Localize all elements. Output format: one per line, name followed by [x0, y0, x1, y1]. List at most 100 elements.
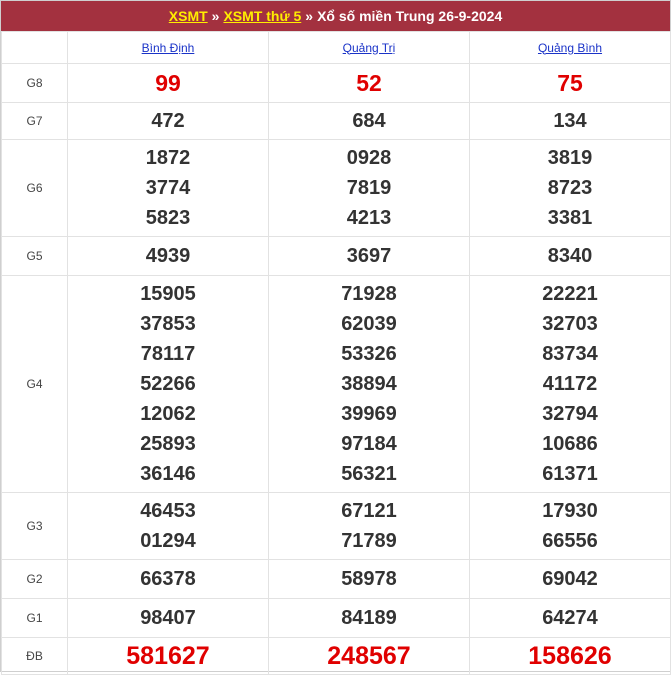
prize-cell: 0928 7819 4213	[268, 139, 470, 237]
prize-number: 71928	[341, 283, 397, 305]
prize-number: 10686	[542, 433, 598, 455]
prize-label: G3	[1, 492, 68, 560]
prize-number: 15905	[140, 283, 196, 305]
prize-number: 1872	[145, 147, 191, 169]
prize-number: 8723	[547, 177, 593, 199]
prize-number: 71789	[341, 530, 397, 552]
prize-cell: 134	[469, 102, 671, 140]
prize-number: 7819	[346, 177, 392, 199]
prize-row-g4: G4 15905 37853 78117 52266 12062 25893 36146 719…	[1, 275, 671, 493]
prize-number: 32794	[542, 403, 598, 425]
prize-cell: 84189	[268, 598, 470, 638]
province-header-row: Bình Định Quảng Trị Quảng Bình	[1, 31, 671, 64]
prize-cell: 46453 01294	[67, 492, 269, 560]
prize-number: 46453	[140, 500, 196, 522]
prize-number: 0928	[346, 147, 392, 169]
title-bar: XSMT » XSMT thứ 5 » Xổ số miền Trung 26-…	[1, 1, 670, 31]
prize-number: 4939	[145, 245, 191, 267]
prize-number: 37853	[140, 313, 196, 335]
prize-number: 32703	[542, 313, 598, 335]
prize-number: 5823	[145, 207, 191, 229]
prize-cell: 684	[268, 102, 470, 140]
prize-cell: 22221 32703 83734 41172 32794 10686 61371	[469, 275, 671, 493]
prize-cell: 1872 3774 5823	[67, 139, 269, 237]
prize-label: G1	[1, 598, 68, 638]
prize-cell: 98407	[67, 598, 269, 638]
prize-number: 78117	[140, 343, 196, 365]
breadcrumb-separator: »	[305, 8, 314, 24]
prize-cell: 71928 62039 53326 38894 39969 97184 56321	[268, 275, 470, 493]
prize-number: 56321	[341, 463, 397, 485]
corner-cell	[1, 31, 68, 64]
prize-number: 98407	[140, 607, 196, 629]
prize-number: 472	[151, 110, 185, 132]
prize-cell: 52	[268, 63, 470, 103]
prize-row-g5: G5 4939 3697 8340	[1, 236, 671, 276]
prize-number: 84189	[341, 607, 397, 629]
prize-label: G2	[1, 559, 68, 599]
prize-number: 38894	[341, 373, 397, 395]
province-link-quang-binh[interactable]: Quảng Bình	[538, 41, 602, 55]
prize-number: 64274	[542, 607, 598, 629]
prize-cell: 8340	[469, 236, 671, 276]
prize-number: 62039	[341, 313, 397, 335]
results-table: Bình Định Quảng Trị Quảng Bình G8 99 52 75 G…	[1, 31, 671, 675]
prize-number: 99	[155, 70, 181, 96]
province-link-quang-tri[interactable]: Quảng Trị	[343, 41, 396, 55]
prize-number: 53326	[341, 343, 397, 365]
prize-row-g3: G3 46453 01294 67121 71789 17930 66556	[1, 492, 671, 560]
xsmt-thu5-link[interactable]: XSMT thứ 5	[223, 8, 301, 24]
prize-label: G5	[1, 236, 68, 276]
prize-number: 3381	[547, 207, 593, 229]
xsmt-link[interactable]: XSMT	[169, 8, 208, 24]
prize-number: 39969	[341, 403, 397, 425]
prize-label: G6	[1, 139, 68, 237]
prize-cell: 158626	[469, 637, 671, 675]
prize-number: 25893	[140, 433, 196, 455]
prize-cell: 58978	[268, 559, 470, 599]
prize-row-g1: G1 98407 84189 64274	[1, 598, 671, 638]
breadcrumb-separator: »	[211, 8, 220, 24]
prize-number: 75	[557, 70, 583, 96]
prize-label: ĐB	[1, 637, 68, 675]
prize-number: 3697	[346, 245, 392, 267]
prize-number: 69042	[542, 568, 598, 590]
prize-label: G8	[1, 63, 68, 103]
prize-number: 4213	[346, 207, 392, 229]
prize-number: 97184	[341, 433, 397, 455]
prize-number: 17930	[542, 500, 598, 522]
prize-cell: 4939	[67, 236, 269, 276]
prize-number: 684	[352, 110, 386, 132]
prize-number: 83734	[542, 343, 598, 365]
results-panel: XSMT » XSMT thứ 5 » Xổ số miền Trung 26-…	[0, 0, 671, 675]
prize-cell: 69042	[469, 559, 671, 599]
prize-number: 134	[553, 110, 587, 132]
prize-cell: 472	[67, 102, 269, 140]
prize-cell: 67121 71789	[268, 492, 470, 560]
prize-label: G4	[1, 275, 68, 493]
prize-row-db: ĐB 581627 248567 158626	[1, 637, 671, 675]
prize-number: 22221	[542, 283, 598, 305]
prize-cell: 99	[67, 63, 269, 103]
prize-number: 61371	[542, 463, 598, 485]
prize-number: 12062	[140, 403, 196, 425]
prize-row-g6: G6 1872 3774 5823 0928 7819 4213 3819 8723 3381	[1, 139, 671, 237]
prize-cell: 581627	[67, 637, 269, 675]
prize-number: 66556	[542, 530, 598, 552]
prize-cell: 3819 8723 3381	[469, 139, 671, 237]
prize-number: 66378	[140, 568, 196, 590]
prize-row-g7: G7 472 684 134	[1, 102, 671, 140]
prize-label: G7	[1, 102, 68, 140]
prize-number: 52	[356, 70, 382, 96]
prize-number: 158626	[528, 642, 612, 670]
prize-number: 248567	[327, 642, 411, 670]
prize-number: 58978	[341, 568, 397, 590]
prize-number: 67121	[341, 500, 397, 522]
page-title: Xổ số miền Trung 26-9-2024	[317, 8, 503, 24]
province-link-binh-dinh[interactable]: Bình Định	[142, 41, 195, 55]
prize-number: 36146	[140, 463, 196, 485]
prize-number: 8340	[547, 245, 593, 267]
prize-row-g2: G2 66378 58978 69042	[1, 559, 671, 599]
prize-rows: G8 99 52 75 G7 472 684 134 G6 1872 3774 5823 0928 781…	[1, 63, 671, 675]
prize-cell: 75	[469, 63, 671, 103]
